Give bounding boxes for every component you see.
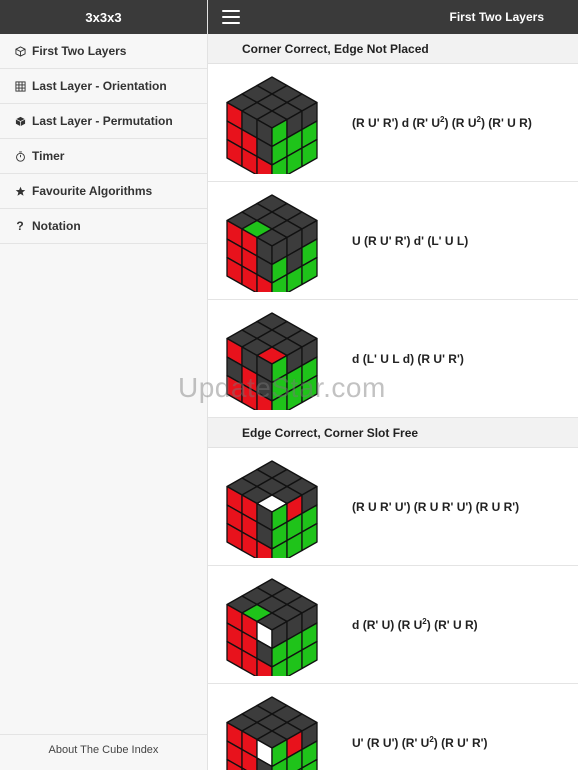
sidebar-item-label: First Two Layers <box>32 44 127 58</box>
algorithm-row[interactable]: (R U' R') d (R' U2) (R U2) (R' U R) <box>208 64 578 182</box>
sidebar-item-notation[interactable]: ? Notation <box>0 209 207 244</box>
algorithm-row[interactable]: (R U R' U') (R U R' U') (R U R') <box>208 448 578 566</box>
cube-diagram <box>226 460 318 558</box>
topbar: First Two Layers <box>208 0 578 34</box>
cube-diagram <box>226 578 318 676</box>
page-title: First Two Layers <box>449 10 544 24</box>
algorithm-text: (R U R' U') (R U R' U') (R U R') <box>352 499 520 514</box>
algorithm-row[interactable]: d (R' U) (R U2) (R' U R) <box>208 566 578 684</box>
cube-solid-icon <box>14 115 26 127</box>
cube-diagram <box>226 76 318 174</box>
cube-diagram <box>226 696 318 770</box>
cube-diagram <box>226 312 318 410</box>
sidebar-item-last-layer-permutation[interactable]: Last Layer - Permutation <box>0 104 207 139</box>
sidebar-item-favourite-algorithms[interactable]: Favourite Algorithms <box>0 174 207 209</box>
sidebar-item-timer[interactable]: Timer <box>0 139 207 174</box>
sidebar-item-last-layer-orientation[interactable]: Last Layer - Orientation <box>0 69 207 104</box>
sidebar-item-first-two-layers[interactable]: First Two Layers <box>0 34 207 69</box>
algorithm-text: d (L' U L d) (R U' R') <box>352 351 464 366</box>
algorithm-list: Corner Correct, Edge Not Placed (R U' R'… <box>208 34 578 770</box>
star-icon <box>14 185 26 197</box>
algorithm-row[interactable]: d (L' U L d) (R U' R') <box>208 300 578 418</box>
algorithm-row[interactable]: U (R U' R') d' (L' U L) <box>208 182 578 300</box>
sidebar-item-label: Notation <box>32 219 81 233</box>
algorithm-text: U (R U' R') d' (L' U L) <box>352 233 469 248</box>
question-icon: ? <box>16 219 24 233</box>
section-header: Edge Correct, Corner Slot Free <box>208 418 578 448</box>
cube-outline-icon <box>14 45 26 57</box>
sidebar-item-label: Favourite Algorithms <box>32 184 153 198</box>
sidebar-item-label: Last Layer - Permutation <box>32 114 173 128</box>
hamburger-icon[interactable] <box>222 10 240 24</box>
stopwatch-icon <box>14 150 26 162</box>
about-link[interactable]: About The Cube Index <box>0 734 207 764</box>
algorithm-text: (R U' R') d (R' U2) (R U2) (R' U R) <box>352 115 532 130</box>
sidebar-item-label: Last Layer - Orientation <box>32 79 167 93</box>
algorithm-text: d (R' U) (R U2) (R' U R) <box>352 617 478 632</box>
algorithm-row[interactable]: U' (R U') (R' U2) (R U' R') <box>208 684 578 770</box>
sidebar-item-label: Timer <box>32 149 65 163</box>
section-header: Corner Correct, Edge Not Placed <box>208 34 578 64</box>
sidebar-title: 3x3x3 <box>0 0 207 34</box>
algorithm-text: U' (R U') (R' U2) (R U' R') <box>352 735 488 750</box>
grid-icon <box>14 80 26 92</box>
sidebar: 3x3x3 First Two Layers Last Layer - Orie… <box>0 0 208 770</box>
cube-diagram <box>226 194 318 292</box>
